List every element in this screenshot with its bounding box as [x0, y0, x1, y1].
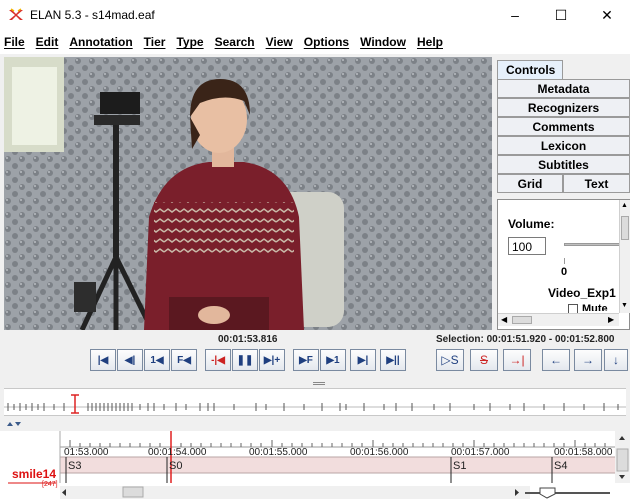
- video-viewer[interactable]: [4, 57, 492, 330]
- volume-slider-ticks: [564, 258, 620, 264]
- tab-controls[interactable]: Controls: [497, 60, 563, 79]
- menu-annotation[interactable]: Annotation: [69, 35, 132, 49]
- annotation-s0[interactable]: S0: [169, 460, 182, 472]
- elan-app-icon: [9, 8, 23, 20]
- tab-text[interactable]: Text: [563, 174, 630, 193]
- ruler-label-1: 00:01:54.000: [148, 447, 207, 458]
- tab-metadata[interactable]: Metadata: [497, 79, 630, 98]
- h-scroll-thumb[interactable]: [512, 316, 532, 324]
- tier-annotation-count: [247]: [42, 481, 58, 488]
- current-time-label: 00:01:53.816: [218, 334, 278, 345]
- ruler-label-5: 00:01:58.000: [554, 447, 613, 458]
- ruler-label-2: 00:01:55.000: [249, 447, 308, 458]
- forward-one-second-button[interactable]: ▶1: [320, 349, 346, 371]
- annotation-s4[interactable]: S4: [554, 460, 567, 472]
- menu-bar: File Edit Annotation Tier Type Search Vi…: [0, 30, 630, 54]
- next-scrollview-button[interactable]: ▶|: [350, 349, 376, 371]
- next-annotation-button[interactable]: →: [574, 349, 602, 371]
- title-bar: ELAN 5.3 - s14mad.eaf – ☐ ✕: [0, 0, 630, 30]
- video-track-label: Video_Exp1: [548, 286, 616, 300]
- menu-search[interactable]: Search: [215, 35, 255, 49]
- expand-collapse-icon[interactable]: [6, 420, 22, 428]
- previous-frame-button[interactable]: F◀: [171, 349, 197, 371]
- go-to-begin-button[interactable]: |◀: [90, 349, 116, 371]
- tab-grid[interactable]: Grid: [497, 174, 563, 193]
- go-to-end-button[interactable]: ▶||: [380, 349, 406, 371]
- menu-tier[interactable]: Tier: [144, 35, 166, 49]
- minimize-button[interactable]: –: [492, 0, 538, 30]
- volume-zero-label: 0: [561, 266, 568, 278]
- side-panel: Controls Metadata Recognizers Comments L…: [494, 57, 630, 330]
- next-frame-button[interactable]: ▶F: [293, 349, 319, 371]
- menu-options[interactable]: Options: [304, 35, 349, 49]
- maximize-button[interactable]: ☐: [538, 0, 584, 30]
- scroll-left-icon[interactable]: ◀: [501, 315, 507, 324]
- tier-down-button[interactable]: ↓: [604, 349, 628, 371]
- close-button[interactable]: ✕: [584, 0, 630, 30]
- tab-comments[interactable]: Comments: [497, 117, 630, 136]
- selection-mode-button[interactable]: →|: [503, 349, 531, 371]
- tier-name-label[interactable]: smile14: [12, 467, 56, 481]
- annotation-s1[interactable]: S1: [453, 460, 466, 472]
- menu-type[interactable]: Type: [176, 35, 203, 49]
- scroll-up-icon[interactable]: ▲: [621, 202, 628, 209]
- scroll-down-icon[interactable]: ▼: [621, 302, 628, 309]
- menu-view[interactable]: View: [266, 35, 293, 49]
- annotation-s3[interactable]: S3: [68, 460, 81, 472]
- pause-button[interactable]: ❚❚: [232, 349, 258, 371]
- volume-label: Volume:: [508, 217, 555, 231]
- video-frame-image: [4, 57, 492, 330]
- previous-annotation-button[interactable]: ←: [542, 349, 570, 371]
- overview-ticks: [4, 394, 626, 414]
- ruler-label-0: 01:53.000: [64, 447, 109, 458]
- overview-timeline[interactable]: [4, 388, 626, 416]
- previous-scrollview-button[interactable]: ◀|: [117, 349, 143, 371]
- menu-file[interactable]: File: [4, 35, 25, 49]
- menu-window[interactable]: Window: [360, 35, 406, 49]
- back-one-second-button[interactable]: 1◀: [144, 349, 170, 371]
- controls-vertical-scrollbar[interactable]: ▲ ▼: [619, 200, 630, 313]
- scroll-right-icon[interactable]: ▶: [608, 315, 614, 324]
- scroll-thumb[interactable]: [621, 216, 629, 240]
- ruler-label-4: 00:01:57.000: [451, 447, 510, 458]
- volume-input[interactable]: 100: [508, 237, 546, 255]
- controls-horizontal-scrollbar[interactable]: ◀ ▶: [498, 313, 619, 326]
- next-pixel-button[interactable]: ▶|+: [259, 349, 285, 371]
- tab-recognizers[interactable]: Recognizers: [497, 98, 630, 117]
- tab-lexicon[interactable]: Lexicon: [497, 136, 630, 155]
- menu-edit[interactable]: Edit: [36, 35, 59, 49]
- timeline-viewer[interactable]: 01:53.000 00:01:54.000 00:01:55.000 00:0…: [0, 431, 630, 499]
- mute-label: Mute: [582, 303, 608, 311]
- menu-help[interactable]: Help: [417, 35, 443, 49]
- tab-subtitles[interactable]: Subtitles: [497, 155, 630, 174]
- split-pane-divider[interactable]: [313, 382, 325, 385]
- window-title: ELAN 5.3 - s14mad.eaf: [30, 8, 155, 22]
- controls-content: Volume: 100 0 Video_Exp1 Mute ▲ ▼ ◀ ▶: [497, 199, 630, 330]
- clear-selection-button[interactable]: S: [470, 349, 498, 371]
- play-selection-button[interactable]: ▷S: [436, 349, 464, 371]
- ruler-label-3: 00:01:56.000: [350, 447, 409, 458]
- timeline-graphics: [8, 431, 630, 499]
- volume-slider-track[interactable]: [564, 243, 620, 246]
- previous-pixel-button[interactable]: -|◀: [205, 349, 231, 371]
- selection-label: Selection: 00:01:51.920 - 00:01:52.800: [436, 334, 615, 345]
